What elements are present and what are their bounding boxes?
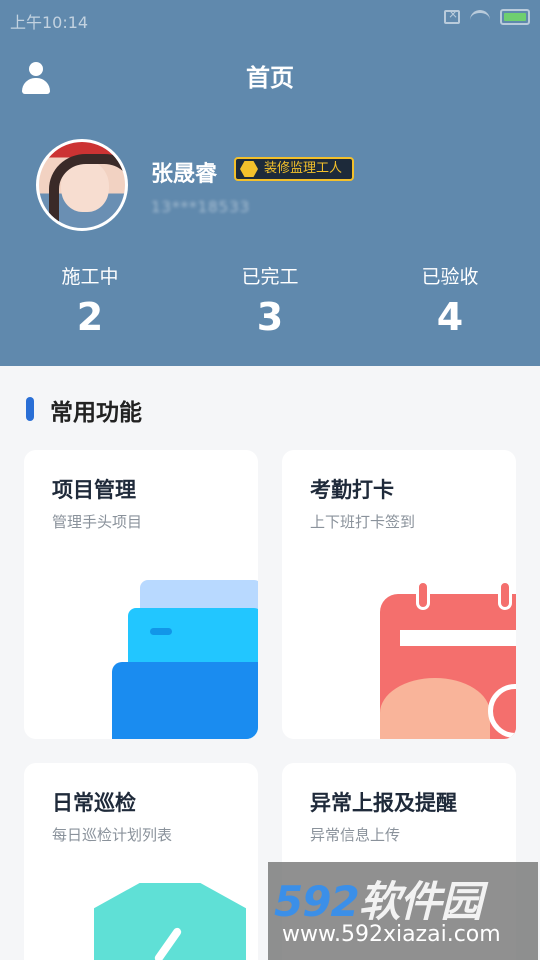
stat-value: 2 (76, 295, 104, 339)
status-icons (444, 7, 530, 25)
phone-number: 13***18533 (151, 198, 251, 216)
watermark: 592软件园 www.592xiazai.com (268, 862, 538, 960)
stat-label: 施工中 (61, 266, 119, 288)
stat-completed[interactable]: 已完工 3 (180, 262, 360, 339)
shield-check-icon (94, 883, 246, 960)
status-time: 上午10:14 (10, 13, 89, 32)
section-title: 常用功能 (50, 400, 142, 426)
watermark-text: 软件园 (358, 877, 483, 926)
role-badge-label: 装修监理工人 (264, 161, 343, 176)
card-attendance[interactable]: 考勤打卡 上下班打卡签到 (282, 450, 516, 739)
stat-accepted[interactable]: 已验收 4 (360, 262, 540, 339)
card-subtitle: 每日巡检计划列表 (52, 826, 173, 844)
status-bar: 上午10:14 (0, 0, 540, 36)
card-title: 日常巡检 (52, 791, 136, 815)
card-subtitle: 管理手头项目 (52, 513, 143, 531)
badge-icon (240, 161, 258, 177)
card-title: 考勤打卡 (310, 478, 394, 502)
stat-value: 4 (436, 295, 464, 339)
folder-icon (112, 580, 258, 739)
user-name: 张晟睿 (151, 162, 218, 187)
stat-in-progress[interactable]: 施工中 2 (0, 262, 180, 339)
card-subtitle: 上下班打卡签到 (310, 513, 416, 531)
wifi-icon (470, 10, 490, 24)
stat-label: 已完工 (241, 266, 299, 288)
card-daily-inspection[interactable]: 日常巡检 每日巡检计划列表 (24, 763, 258, 960)
battery-charging-icon (500, 9, 530, 25)
calendar-icon (380, 580, 516, 739)
card-title: 异常上报及提醒 (310, 791, 457, 815)
role-badge: 装修监理工人 (234, 157, 355, 181)
watermark-logo: 592软件园 (274, 868, 483, 929)
card-title: 项目管理 (52, 478, 136, 502)
header: 上午10:14 首页 张晟睿 装修监理工人 13***18533 施工中 2 已… (0, 0, 540, 366)
stat-value: 3 (256, 295, 284, 339)
no-sim-icon (444, 7, 460, 24)
avatar[interactable] (36, 139, 128, 231)
stat-label: 已验收 (421, 266, 479, 288)
page-title: 首页 (246, 64, 294, 92)
section-accent-bar (26, 397, 34, 421)
watermark-number: 592 (274, 877, 360, 926)
watermark-url: www.592xiazai.com (282, 922, 501, 947)
card-project-management[interactable]: 项目管理 管理手头项目 (24, 450, 258, 739)
card-subtitle: 异常信息上传 (310, 826, 401, 844)
